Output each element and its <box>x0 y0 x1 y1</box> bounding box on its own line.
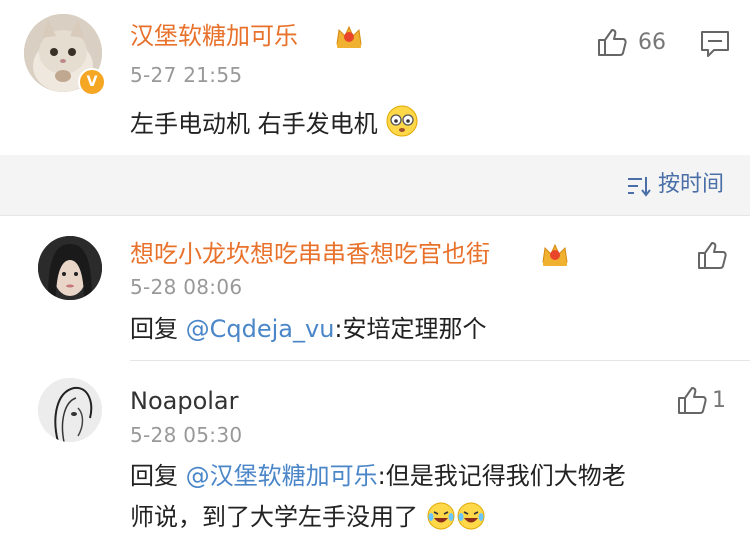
reply-1-timestamp: 5-28 08:06 <box>130 275 243 299</box>
sort-icon[interactable] <box>626 175 652 197</box>
like-icon-main[interactable] <box>596 27 628 57</box>
laugh-cry-emoji-icon <box>427 502 455 530</box>
main-username[interactable]: 汉堡软糖加可乐 <box>130 22 298 50</box>
like-icon-reply-2[interactable] <box>676 385 708 415</box>
crown-badge-icon <box>542 243 568 266</box>
avatar-reply-1[interactable] <box>38 236 102 300</box>
mention-link[interactable]: @Cqdeja_vu <box>186 315 335 343</box>
reply-1-body: :安培定理那个 <box>334 315 487 343</box>
sketch-avatar-image <box>38 378 102 442</box>
divider <box>130 360 750 361</box>
like-icon-reply-1[interactable] <box>696 240 728 270</box>
reply-2-username[interactable]: Noapolar <box>130 387 239 415</box>
avatar-reply-2[interactable] <box>38 378 102 442</box>
sort-by-time-button[interactable]: 按时间 <box>658 172 724 198</box>
main-comment-body: 左手电动机 右手发电机 <box>130 110 378 138</box>
girl-avatar-image <box>38 236 102 300</box>
reply-2-body-line-2: 师说，到了大学左手没用了 <box>130 503 418 531</box>
divider <box>0 215 750 216</box>
mention-link[interactable]: @汉堡软糖加可乐 <box>186 462 378 490</box>
laugh-cry-emoji-icon <box>457 502 485 530</box>
main-timestamp: 5-27 21:55 <box>130 63 243 87</box>
reply-1-username[interactable]: 想吃小龙坎想吃串串香想吃官也街 <box>130 240 490 268</box>
reply-2-text: 回复 @汉堡软糖加可乐:但是我记得我们大物老 <box>130 459 626 493</box>
sweat-emoji-icon <box>386 105 418 137</box>
crown-badge-icon <box>336 25 362 48</box>
like-count-reply-2: 1 <box>712 388 726 413</box>
reply-1-text: 回复 @Cqdeja_vu:安培定理那个 <box>130 312 487 346</box>
reply-2-body-line-1: :但是我记得我们大物老 <box>377 462 626 490</box>
reply-comment-icon[interactable] <box>700 30 730 58</box>
reply-prefix: 回复 <box>130 462 186 490</box>
like-count-main: 66 <box>638 30 666 55</box>
reply-2-timestamp: 5-28 05:30 <box>130 423 243 447</box>
main-comment-text: 左手电动机 右手发电机 <box>130 104 419 141</box>
reply-prefix: 回复 <box>130 315 186 343</box>
reply-2-text-line-2: 师说，到了大学左手没用了 <box>130 500 486 534</box>
verified-badge: V <box>78 68 106 96</box>
